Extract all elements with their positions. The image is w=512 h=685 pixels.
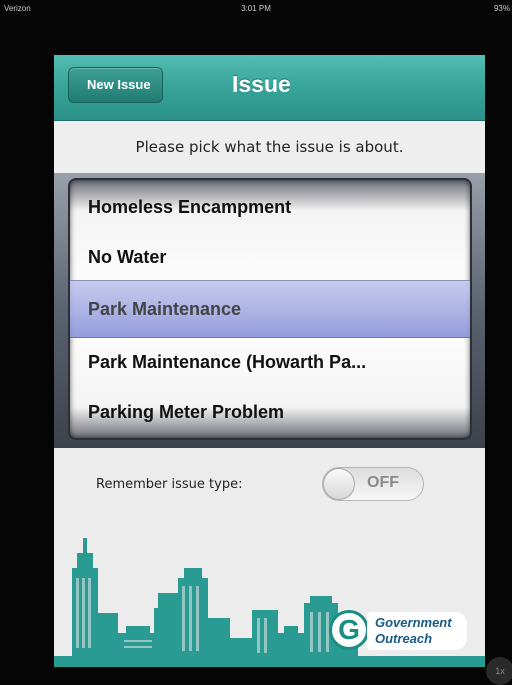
toggle-state-label: OFF <box>367 474 399 491</box>
logo-wordmark: Government Outreach <box>367 612 467 650</box>
back-button[interactable]: New Issue <box>68 67 163 103</box>
page-title: Issue <box>232 71 291 97</box>
picker-option[interactable]: No Water <box>88 232 166 282</box>
picker-option[interactable]: Homeless Encampment <box>88 182 291 232</box>
remember-label: Remember issue type: <box>96 477 243 492</box>
app-window: New Issue Issue Please pick what the iss… <box>54 55 485 667</box>
footer: G Government Outreach <box>54 528 485 667</box>
navigation-bar: New Issue Issue <box>54 55 485 121</box>
status-bar: Verizon 3:01 PM 93% <box>0 0 512 18</box>
zoom-badge[interactable]: 1x <box>486 657 512 685</box>
picker-option-selected[interactable]: Park Maintenance <box>88 284 241 334</box>
clock: 3:01 PM <box>241 4 271 13</box>
picker-selection-indicator[interactable]: Park Maintenance <box>70 280 470 338</box>
logo-g-mark: G <box>329 610 369 650</box>
remember-toggle[interactable]: OFF <box>322 467 424 501</box>
logo-line-1: Government <box>375 615 452 630</box>
instruction-text: Please pick what the issue is about. <box>54 121 485 173</box>
toggle-knob[interactable] <box>323 468 355 500</box>
picker-option[interactable]: Park Maintenance (Howarth Pa... <box>88 337 366 387</box>
issue-picker[interactable]: Homeless Encampment No Water Park Mainte… <box>68 178 472 440</box>
issue-picker-area: Homeless Encampment No Water Park Mainte… <box>54 173 485 448</box>
logo-line-2: Outreach <box>375 631 433 646</box>
remember-row: Remember issue type: OFF <box>54 448 485 528</box>
back-button-label: New Issue <box>87 77 151 92</box>
battery-level: 93% <box>493 4 510 13</box>
government-outreach-logo: G Government Outreach <box>329 608 469 654</box>
picker-option[interactable]: Parking Meter Problem <box>88 387 284 437</box>
